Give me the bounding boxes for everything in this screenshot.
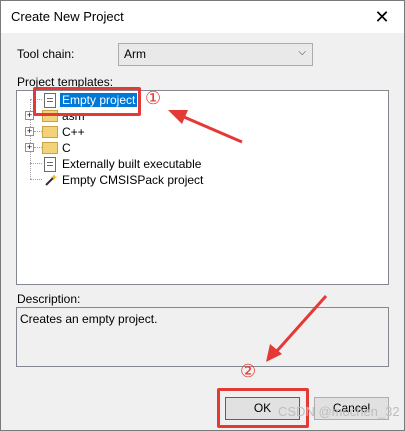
annotation-arrow-1 [183, 115, 243, 144]
watermark-text: CSDN @mochen_32 [278, 404, 400, 419]
annotation-arrow-2 [274, 295, 328, 353]
annotation-arrows [168, 110, 328, 362]
annotation-arrowhead-1 [168, 110, 188, 124]
